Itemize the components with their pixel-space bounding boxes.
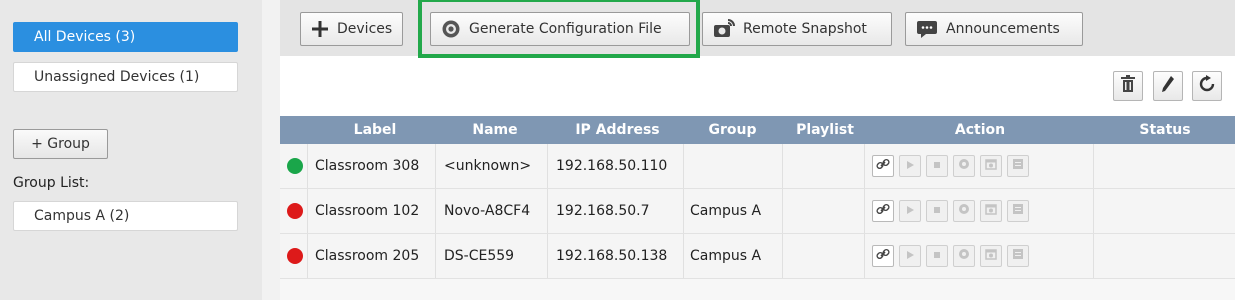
settings-icon (958, 248, 970, 264)
settings-button[interactable] (953, 200, 975, 222)
sidebar-item-unassigned-devices[interactable]: Unassigned Devices (1) (13, 62, 238, 92)
device-label: Classroom 102 (315, 203, 420, 219)
status-dot (287, 248, 303, 264)
link-button[interactable] (872, 155, 894, 177)
refresh-icon (1199, 75, 1215, 97)
sidebar-item-group-campus-a[interactable]: Campus A (2) (13, 201, 238, 231)
play-icon (905, 248, 915, 264)
refresh-button[interactable] (1192, 71, 1222, 101)
stop-icon (932, 158, 942, 174)
schedule-button[interactable] (980, 200, 1002, 222)
announcements-label: Announcements (946, 21, 1060, 37)
edit-button[interactable] (1153, 71, 1183, 101)
device-ip: 192.168.50.138 (556, 248, 668, 264)
pencil-icon (1160, 75, 1176, 97)
settings-button[interactable] (953, 155, 975, 177)
remote-snapshot-label: Remote Snapshot (743, 21, 867, 37)
list-icon (1012, 203, 1024, 219)
table-header: Label Name IP Address Group Playlist Act… (280, 116, 1235, 144)
status-dot (287, 203, 303, 219)
play-icon (905, 158, 915, 174)
link-icon (876, 157, 890, 175)
table-row[interactable]: Classroom 308 <unknown> 192.168.50.110 (280, 144, 1235, 189)
link-icon (876, 202, 890, 220)
column-label[interactable]: Label (320, 116, 430, 144)
schedule-button[interactable] (980, 155, 1002, 177)
link-icon (876, 247, 890, 265)
play-icon (905, 203, 915, 219)
sidebar: All Devices (3) Unassigned Devices (1) +… (0, 0, 262, 300)
group-list-label: Group List: (13, 175, 90, 191)
trash-icon (1120, 75, 1136, 97)
plus-icon (311, 20, 329, 38)
schedule-icon (985, 203, 997, 219)
settings-icon (958, 158, 970, 174)
device-name: Novo-A8CF4 (444, 203, 531, 219)
panel-divider (262, 0, 280, 300)
stop-button[interactable] (926, 200, 948, 222)
column-ip-address[interactable]: IP Address (550, 116, 685, 144)
settings-icon (958, 203, 970, 219)
chat-icon (916, 19, 938, 39)
sidebar-item-all-devices[interactable]: All Devices (3) (13, 22, 238, 52)
device-label: Classroom 205 (315, 248, 420, 264)
remote-snapshot-button[interactable]: Remote Snapshot (702, 12, 892, 46)
column-playlist[interactable]: Playlist (780, 116, 870, 144)
list-button[interactable] (1007, 155, 1029, 177)
column-action: Action (954, 122, 1006, 138)
device-name: <unknown> (444, 158, 532, 174)
highlight-box (418, 0, 700, 58)
stop-button[interactable] (926, 155, 948, 177)
settings-button[interactable] (953, 245, 975, 267)
list-button[interactable] (1007, 245, 1029, 267)
column-name[interactable]: Name (440, 116, 550, 144)
main-panel: Devices Generate Configuration File Remo… (280, 0, 1235, 300)
schedule-icon (985, 158, 997, 174)
schedule-button[interactable] (980, 245, 1002, 267)
column-group[interactable]: Group (685, 116, 780, 144)
device-group: Campus A (690, 203, 762, 219)
list-button[interactable] (1007, 200, 1029, 222)
device-name: DS-CE559 (444, 248, 515, 264)
stop-button[interactable] (926, 245, 948, 267)
schedule-icon (985, 248, 997, 264)
camera-icon (713, 19, 735, 39)
link-button[interactable] (872, 245, 894, 267)
stop-icon (932, 203, 942, 219)
play-button[interactable] (899, 245, 921, 267)
list-icon (1012, 248, 1024, 264)
delete-button[interactable] (1113, 71, 1143, 101)
toolbar: Devices Generate Configuration File Remo… (280, 0, 1235, 58)
add-devices-label: Devices (337, 21, 393, 37)
column-status[interactable]: Status (1095, 116, 1235, 144)
device-group: Campus A (690, 248, 762, 264)
table-footer (280, 279, 1235, 300)
status-dot (287, 158, 303, 174)
play-button[interactable] (899, 200, 921, 222)
add-group-button[interactable]: + Group (13, 129, 108, 159)
device-label: Classroom 308 (315, 158, 420, 174)
table-row[interactable]: Classroom 205 DS-CE559 192.168.50.138 Ca… (280, 234, 1235, 279)
device-ip: 192.168.50.110 (556, 158, 668, 174)
announcements-button[interactable]: Announcements (905, 12, 1083, 46)
link-button[interactable] (872, 200, 894, 222)
play-button[interactable] (899, 155, 921, 177)
list-icon (1012, 158, 1024, 174)
stop-icon (932, 248, 942, 264)
add-devices-button[interactable]: Devices (300, 12, 403, 46)
device-ip: 192.168.50.7 (556, 203, 650, 219)
table-row[interactable]: Classroom 102 Novo-A8CF4 192.168.50.7 Ca… (280, 189, 1235, 234)
